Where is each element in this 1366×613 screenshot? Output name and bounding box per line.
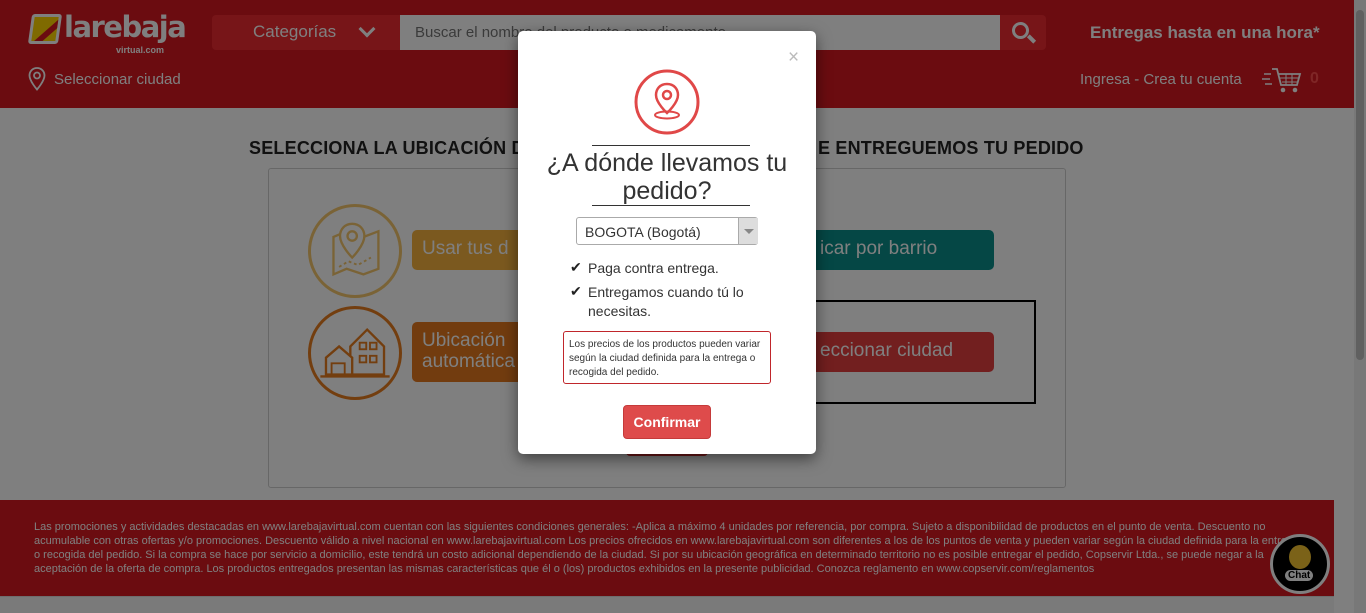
location-pin-icon (634, 69, 700, 135)
city-select[interactable]: BOGOTA (Bogotá) (576, 217, 758, 245)
modal-title: ¿A dónde llevamos tu pedido? (546, 149, 788, 205)
checkmark-icon: ✔ (570, 259, 582, 275)
price-notice: Los precios de los productos pueden vari… (563, 331, 771, 384)
confirm-button[interactable]: Confirmar (623, 405, 711, 439)
feature-text: Entregamos cuando tú lo necesitas. (588, 284, 744, 319)
title-divider-bottom (592, 205, 750, 206)
caret-down-icon (744, 229, 754, 234)
city-select-toggle[interactable] (738, 218, 758, 244)
close-icon[interactable]: × (788, 47, 799, 69)
title-divider-top (592, 145, 750, 146)
feature-text: Paga contra entrega. (588, 260, 719, 276)
checkmark-icon: ✔ (570, 283, 582, 299)
city-select-value: BOGOTA (Bogotá) (585, 224, 701, 240)
city-selection-modal: × ¿A dónde llevamos tu pedido? BOGOTA (B… (518, 31, 816, 454)
